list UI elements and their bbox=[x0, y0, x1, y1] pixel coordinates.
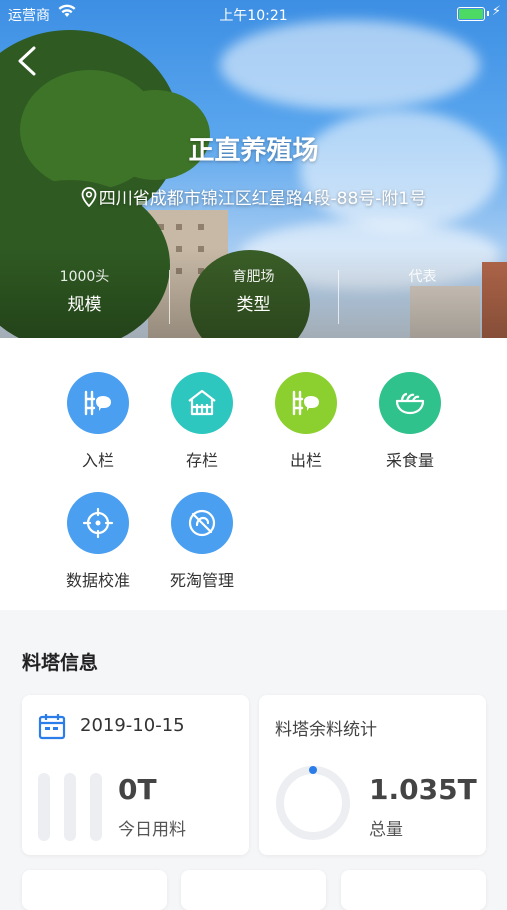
charging-icon: ⚡ bbox=[491, 4, 501, 19]
menu-label: 出栏 bbox=[289, 451, 322, 470]
menu-item-in-pen[interactable]: 入栏 bbox=[48, 372, 148, 471]
usage-bar bbox=[38, 773, 50, 841]
section-title-feed-tower: 料塔信息 bbox=[22, 652, 99, 674]
menu-label: 采食量 bbox=[385, 451, 434, 470]
stat-type-label: 类型 bbox=[236, 295, 271, 315]
daily-feed-amount: 0T bbox=[118, 773, 157, 806]
barn-icon bbox=[171, 372, 233, 434]
menu-label: 死淘管理 bbox=[169, 571, 234, 590]
stat-representative-value: 代表 bbox=[408, 269, 437, 285]
function-menu: 入栏 存栏 出栏 采食量 数据校准 死淘管理 bbox=[0, 338, 507, 610]
remaining-feed-label: 总量 bbox=[369, 820, 403, 840]
cloud bbox=[300, 110, 500, 230]
remaining-feed-card[interactable]: 料塔余料统计 1.035T 总量 bbox=[259, 695, 486, 855]
battery-tip bbox=[487, 11, 489, 16]
remaining-ring bbox=[273, 763, 353, 847]
daily-feed-label: 今日用料 bbox=[118, 820, 186, 840]
info-card[interactable] bbox=[181, 870, 326, 910]
menu-item-feed-intake[interactable]: 采食量 bbox=[360, 372, 460, 471]
farm-header-banner: 运营商 上午10:21 ⚡ 正直养殖场 四川省成都市锦江区红星路4段-88号-附… bbox=[0, 0, 507, 338]
stat-scale-label: 规模 bbox=[67, 295, 102, 315]
back-button[interactable] bbox=[14, 44, 44, 78]
stat-type-value: 育肥场 bbox=[232, 269, 275, 285]
remaining-feed-title: 料塔余料统计 bbox=[275, 720, 377, 740]
cloud bbox=[220, 20, 480, 110]
daily-feed-card[interactable]: 2019-10-15 0T 今日用料 bbox=[22, 695, 249, 855]
stat-type: 育肥场 类型 bbox=[169, 266, 338, 315]
menu-item-death-management[interactable]: 死淘管理 bbox=[152, 492, 252, 591]
usage-bar bbox=[90, 773, 102, 841]
farm-stats: 1000头 规模 育肥场 类型 代表 bbox=[0, 266, 507, 326]
menu-label: 入栏 bbox=[81, 451, 114, 470]
status-bar: 运营商 上午10:21 ⚡ bbox=[0, 0, 507, 28]
status-time: 上午10:21 bbox=[219, 8, 288, 24]
battery-icon bbox=[457, 7, 485, 21]
fence-out-icon bbox=[275, 372, 337, 434]
menu-label: 存栏 bbox=[185, 451, 218, 470]
calendar-icon bbox=[38, 712, 66, 744]
stat-representative: 代表 bbox=[338, 266, 507, 290]
crosshair-icon bbox=[67, 492, 129, 554]
fence-in-icon bbox=[67, 372, 129, 434]
farm-name: 正直养殖场 bbox=[188, 136, 319, 166]
stat-scale-value: 1000头 bbox=[59, 269, 110, 285]
farm-address-text: 四川省成都市锦江区红星路4段-88号-附1号 bbox=[98, 189, 427, 209]
info-card[interactable] bbox=[341, 870, 486, 910]
farm-address: 四川省成都市锦江区红星路4段-88号-附1号 bbox=[0, 184, 507, 212]
feed-date: 2019-10-15 bbox=[80, 715, 185, 736]
info-card[interactable] bbox=[22, 870, 167, 910]
remaining-feed-amount: 1.035T bbox=[369, 773, 477, 806]
menu-label: 数据校准 bbox=[65, 571, 130, 590]
menu-item-out-pen[interactable]: 出栏 bbox=[256, 372, 356, 471]
death-management-icon bbox=[171, 492, 233, 554]
menu-item-data-calibration[interactable]: 数据校准 bbox=[48, 492, 148, 591]
menu-item-in-stock[interactable]: 存栏 bbox=[152, 372, 252, 471]
usage-bar bbox=[64, 773, 76, 841]
food-bowl-icon bbox=[379, 372, 441, 434]
location-pin-icon bbox=[81, 187, 97, 212]
stat-scale: 1000头 规模 bbox=[0, 266, 169, 315]
